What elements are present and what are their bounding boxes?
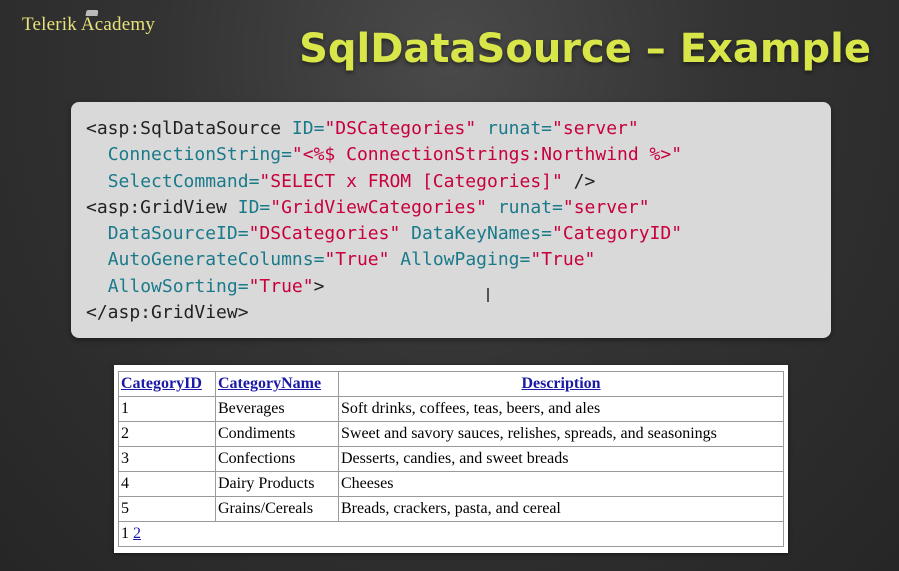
table-row: 3 Confections Desserts, candies, and swe… — [118, 446, 784, 472]
cell-description: Soft drinks, coffees, teas, beers, and a… — [338, 396, 784, 422]
cell-categoryid: 3 — [118, 446, 216, 472]
code-attr: AutoGenerateColumns= — [107, 249, 325, 271]
code-attr: DataKeyNames= — [400, 223, 553, 245]
code-tag-end: /> — [562, 170, 596, 192]
grid-pager: 1 2 — [118, 521, 784, 547]
code-attr: ID= — [226, 196, 271, 218]
cell-categoryname: Beverages — [215, 396, 339, 422]
pager-page-2-link[interactable]: 2 — [133, 525, 141, 542]
code-attr: AllowPaging= — [389, 249, 531, 271]
grid-header-row: CategoryID CategoryName Description — [118, 371, 784, 397]
code-attr: runat= — [476, 118, 553, 139]
code-value: "True" — [324, 249, 390, 271]
code-attr: SelectCommand= — [107, 170, 260, 192]
code-value: "<%$ ConnectionStrings:Northwind %>" — [291, 144, 683, 166]
code-attr: ID= — [281, 118, 325, 139]
table-row: 5 Grains/Cereals Breads, crackers, pasta… — [118, 496, 784, 522]
categories-grid: CategoryID CategoryName Description 1 Be… — [118, 371, 784, 547]
code-line-6: AutoGenerateColumns="True" AllowPaging="… — [86, 249, 596, 271]
code-tag-end: > — [313, 275, 325, 297]
code-line-4: <asp:GridView ID="GridViewCategories" ru… — [86, 197, 650, 218]
slide-title: SqlDataSource – Example — [299, 26, 871, 72]
cell-categoryid: 5 — [118, 496, 216, 522]
sort-link-categoryname[interactable]: CategoryName — [218, 375, 321, 392]
code-tag: <asp:SqlDataSource — [86, 118, 282, 139]
grid-header-categoryid: CategoryID — [118, 371, 216, 397]
pager-current-page: 1 — [121, 525, 129, 542]
cell-description: Cheeses — [338, 471, 784, 497]
code-value: "server" — [562, 196, 650, 218]
code-value: "DSCategories" — [248, 223, 401, 245]
code-line-2: ConnectionString="<%$ ConnectionStrings:… — [86, 144, 682, 165]
code-attr: runat= — [487, 196, 563, 218]
code-value: "CategoryID" — [552, 223, 683, 245]
sort-link-categoryid[interactable]: CategoryID — [121, 375, 202, 392]
code-line-1: <asp:SqlDataSource ID="DSCategories" run… — [86, 118, 639, 139]
code-value: "GridViewCategories" — [270, 196, 487, 218]
table-row: 1 Beverages Soft drinks, coffees, teas, … — [118, 396, 784, 422]
code-attr: DataSourceID= — [107, 223, 249, 245]
graduation-cap-icon — [85, 10, 99, 16]
table-row: 2 Condiments Sweet and savory sauces, re… — [118, 421, 784, 447]
cell-categoryid: 4 — [118, 471, 216, 497]
cell-description: Breads, crackers, pasta, and cereal — [338, 496, 784, 522]
cell-categoryname: Grains/Cereals — [215, 496, 339, 522]
code-snippet-box: <asp:SqlDataSource ID="DSCategories" run… — [71, 102, 831, 338]
text-cursor-icon — [487, 288, 489, 302]
code-line-3: SelectCommand="SELECT x FROM [Categories… — [86, 170, 596, 192]
code-value: "server" — [552, 118, 639, 139]
grid-header-description: Description — [338, 371, 784, 397]
code-value: "True" — [248, 275, 314, 297]
cell-description: Sweet and savory sauces, relishes, sprea… — [338, 421, 784, 447]
cell-categoryid: 1 — [118, 396, 216, 422]
code-value: "True" — [530, 249, 596, 271]
code-line-5: DataSourceID="DSCategories" DataKeyNames… — [86, 223, 682, 244]
code-line-7: AllowSorting="True"> — [86, 275, 325, 297]
gridview-output: CategoryID CategoryName Description 1 Be… — [114, 365, 788, 553]
cell-categoryname: Confections — [215, 446, 339, 472]
code-attr: ConnectionString= — [107, 144, 292, 166]
code-tag: <asp:GridView — [86, 196, 227, 218]
cell-categoryname: Dairy Products — [215, 471, 339, 497]
code-value: "DSCategories" — [324, 118, 477, 139]
cell-categoryname: Condiments — [215, 421, 339, 447]
cell-categoryid: 2 — [118, 421, 216, 447]
grid-pager-row: 1 2 — [118, 521, 784, 547]
code-tag: </asp:GridView> — [86, 302, 249, 324]
code-attr: AllowSorting= — [107, 275, 249, 297]
sort-link-description[interactable]: Description — [521, 375, 600, 392]
code-snippet: <asp:SqlDataSource ID="DSCategories" run… — [86, 116, 682, 326]
code-value: "SELECT x FROM [Categories]" — [259, 170, 563, 192]
table-row: 4 Dairy Products Cheeses — [118, 471, 784, 497]
cell-description: Desserts, candies, and sweet breads — [338, 446, 784, 472]
code-line-8: </asp:GridView> — [86, 302, 249, 323]
grid-header-categoryname: CategoryName — [215, 371, 339, 397]
